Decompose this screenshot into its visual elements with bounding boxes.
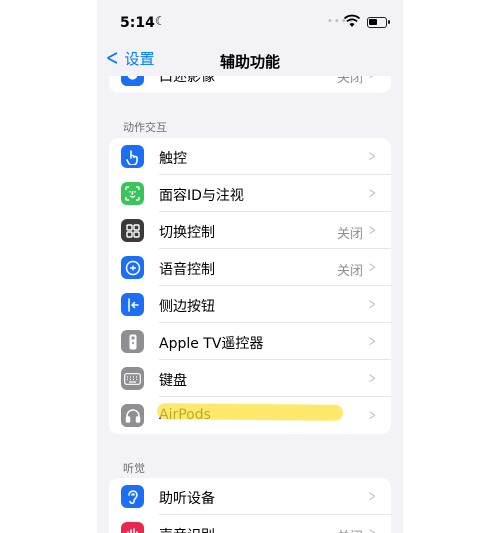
- airpods-icon: [121, 404, 144, 427]
- row-value: 关闭: [336, 227, 363, 242]
- switch-control-icon: [121, 219, 144, 242]
- row-sound-recognition[interactable]: 声音识别 关闭 >: [109, 515, 391, 533]
- keyboard-icon: [121, 367, 144, 390]
- group-interaction: 触控 > 面容ID与注视 > 切换控制 关闭 > 语音控制 关闭 > 侧边按钮 …: [109, 138, 391, 434]
- group-hearing: 助听设备 > 声音识别 关闭 >: [109, 478, 391, 533]
- row-face-id[interactable]: 面容ID与注视 >: [109, 175, 391, 212]
- chevron-right-icon: >: [368, 147, 377, 165]
- row-label: 助听设备: [159, 491, 215, 507]
- sound-recognition-icon: [121, 522, 144, 533]
- row-voice-control[interactable]: 语音控制 关闭 >: [109, 249, 391, 286]
- row-label: 切换控制: [159, 225, 215, 241]
- chevron-right-icon: >: [368, 332, 377, 350]
- hearing-devices-icon: [121, 485, 144, 508]
- side-button-icon: [121, 293, 144, 316]
- section-header-interaction: 动作交互: [123, 121, 167, 134]
- status-time: 5:14: [120, 15, 155, 31]
- chevron-right-icon: >: [368, 295, 377, 313]
- chevron-right-icon: >: [368, 184, 377, 202]
- chevron-right-icon: >: [368, 258, 377, 276]
- row-label: 语音控制: [159, 262, 215, 278]
- row-side-button[interactable]: 侧边按钮 >: [109, 286, 391, 323]
- row-hearing-devices[interactable]: 助听设备 >: [109, 478, 391, 515]
- status-bar: 5:14 ☾ ••••: [97, 0, 403, 44]
- row-label: 声音识别: [159, 525, 215, 533]
- row-keyboard[interactable]: 键盘 >: [109, 360, 391, 397]
- navigation-bar: < 设置 辅助功能: [97, 44, 403, 76]
- row-value: 关闭: [337, 526, 363, 533]
- row-label: 触控: [159, 151, 187, 167]
- row-label: Apple TV遥控器: [159, 336, 264, 352]
- highlighter-mark: [156, 403, 344, 421]
- voice-control-icon: [121, 256, 144, 279]
- moon-icon: ☾: [155, 14, 166, 28]
- row-switch-control[interactable]: 切换控制 关闭 >: [109, 212, 391, 249]
- chevron-right-icon: >: [368, 487, 377, 505]
- row-label: 侧边按钮: [159, 299, 215, 315]
- row-value: 关闭: [336, 264, 363, 279]
- battery-icon: [367, 17, 390, 28]
- chevron-right-icon: >: [368, 406, 377, 424]
- row-label: 面容ID与注视: [159, 188, 244, 204]
- row-label: 键盘: [159, 373, 187, 389]
- section-header-hearing: 听觉: [123, 462, 145, 475]
- phone-screen: 5:14 ☾ •••• ● 口述影像 关闭 > < 设置 辅助功能 动作交互: [97, 0, 403, 533]
- tv-remote-icon: [121, 330, 144, 353]
- hand-pointer-icon: [121, 145, 144, 168]
- chevron-right-icon: >: [368, 221, 377, 239]
- wifi-icon: [344, 14, 360, 27]
- page-title: 辅助功能: [219, 53, 280, 71]
- face-id-icon: [121, 182, 144, 205]
- row-touch[interactable]: 触控 >: [109, 138, 391, 175]
- row-apple-tv-remote[interactable]: Apple TV遥控器 >: [109, 323, 391, 360]
- chevron-right-icon: >: [368, 524, 377, 533]
- chevron-right-icon: >: [368, 369, 377, 387]
